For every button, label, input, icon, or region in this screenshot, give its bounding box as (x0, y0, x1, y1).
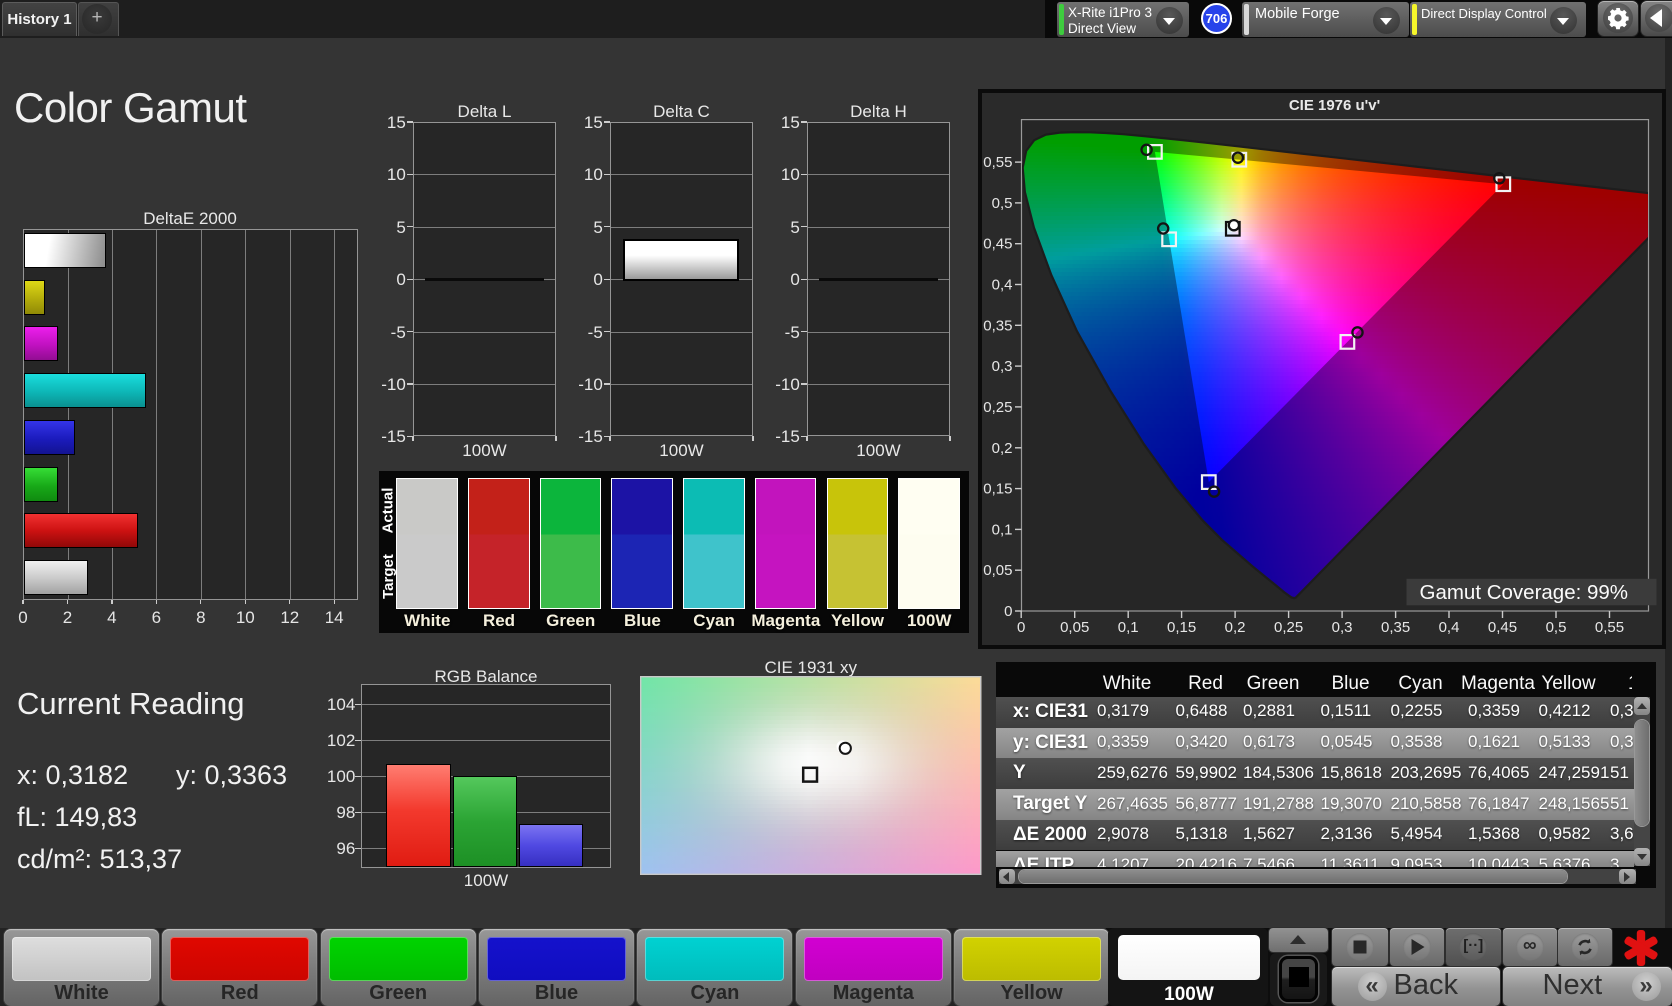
svg-text:Gamut Coverage: 99%: Gamut Coverage: 99% (1419, 581, 1628, 604)
svg-text:0: 0 (1004, 603, 1012, 620)
svg-text:0,5: 0,5 (1545, 619, 1566, 636)
svg-text:0,55: 0,55 (1594, 619, 1623, 636)
svg-text:0,4: 0,4 (991, 277, 1012, 294)
svg-text:0,15: 0,15 (1166, 619, 1195, 636)
svg-text:0,05: 0,05 (1060, 619, 1089, 636)
svg-text:0,2: 0,2 (991, 440, 1012, 457)
svg-text:0,45: 0,45 (983, 236, 1012, 253)
svg-text:0,55: 0,55 (983, 154, 1012, 171)
svg-text:0,5: 0,5 (991, 195, 1012, 212)
svg-text:0,25: 0,25 (983, 399, 1012, 416)
svg-text:0: 0 (1017, 619, 1025, 636)
svg-text:0,1: 0,1 (991, 521, 1012, 538)
svg-text:0,3: 0,3 (1331, 619, 1352, 636)
svg-text:0,15: 0,15 (983, 481, 1012, 498)
svg-text:0,3: 0,3 (991, 358, 1012, 375)
svg-text:0,45: 0,45 (1487, 619, 1516, 636)
svg-text:0,35: 0,35 (1380, 619, 1409, 636)
svg-text:0,05: 0,05 (983, 562, 1012, 579)
svg-text:0,35: 0,35 (983, 317, 1012, 334)
svg-text:0,4: 0,4 (1438, 619, 1459, 636)
svg-text:0,2: 0,2 (1224, 619, 1245, 636)
svg-text:0,25: 0,25 (1273, 619, 1302, 636)
svg-text:0,1: 0,1 (1117, 619, 1138, 636)
